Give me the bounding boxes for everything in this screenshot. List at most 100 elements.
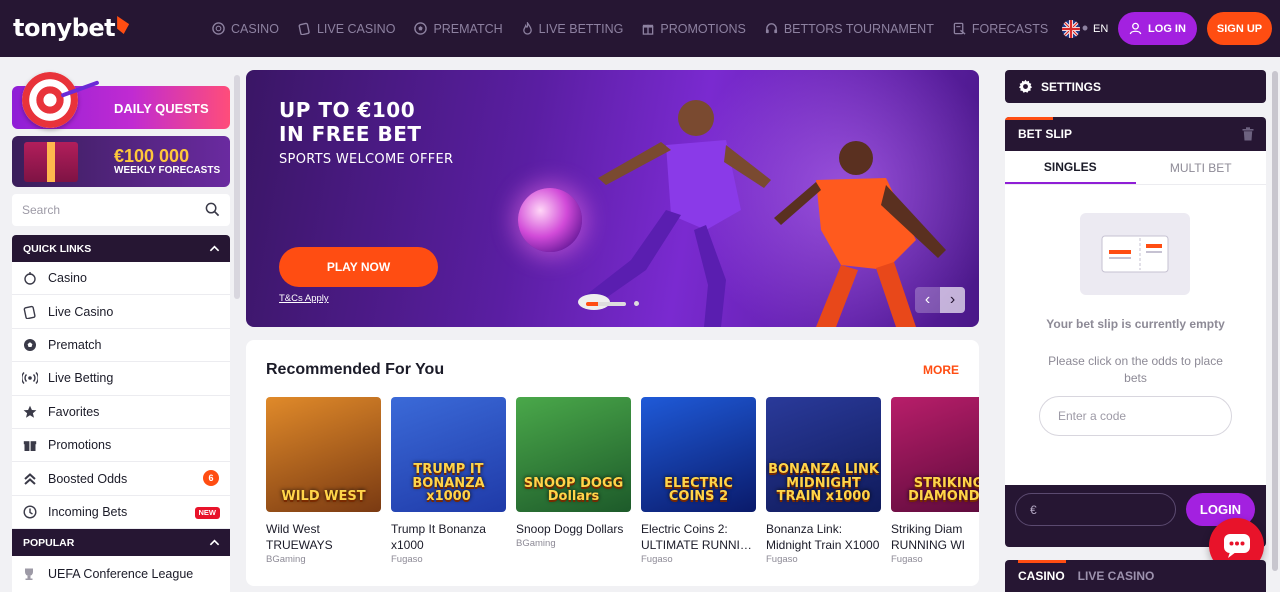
- hero-banner[interactable]: UP TO €100 IN FREE BET SPORTS WELCOME OF…: [246, 70, 979, 327]
- game-card[interactable]: STRIKING DIAMONDS Striking Diam RUNNING WI…: [891, 397, 979, 565]
- gift-box-icon: [24, 142, 78, 182]
- live-casino-icon: [22, 304, 38, 320]
- user-icon: [1129, 22, 1142, 35]
- quick-link-prematch[interactable]: Prematch: [12, 329, 230, 363]
- casino-tabs: CASINO LIVE CASINO: [1005, 560, 1266, 592]
- weekly-forecasts-banner[interactable]: €100 000 WEEKLY FORECASTS: [12, 136, 230, 187]
- new-badge: NEW: [194, 506, 220, 519]
- forecast-icon: [953, 22, 966, 35]
- quick-link-favorites[interactable]: Favorites: [12, 396, 230, 429]
- main-nav: CASINO LIVE CASINO PREMATCH LIVE BETTING…: [212, 0, 1090, 57]
- carousel-progress: [586, 301, 626, 306]
- game-card[interactable]: TRUMP IT BONANZA x1000 Trump It Bonanza x1…: [391, 397, 506, 565]
- hero-title-line-2: IN FREE BET: [279, 122, 422, 146]
- game-art-title: TRUMP IT BONANZA x1000: [412, 462, 485, 505]
- section-title: Recommended For You: [266, 361, 445, 378]
- game-name-line-2: RUNNING WI: [891, 538, 965, 552]
- game-provider: Fugaso: [391, 554, 423, 565]
- game-thumbnail[interactable]: STRIKING DIAMONDS: [891, 397, 979, 512]
- headset-icon: [765, 23, 777, 34]
- chevron-up-icon: [209, 539, 220, 546]
- tonybet-logo[interactable]: tonybet: [13, 14, 130, 42]
- soccer-ball-icon: [22, 337, 38, 353]
- hero-subtitle: SPORTS WELCOME OFFER: [279, 152, 454, 167]
- top-navigation-bar: tonybet CASINO LIVE CASINO PREMATCH LIVE…: [0, 0, 1280, 57]
- game-thumbnail[interactable]: BONANZA LINK MIDNIGHT TRAIN x1000: [766, 397, 881, 512]
- casino-chip-icon: [22, 270, 38, 286]
- game-card[interactable]: SNOOP DOGG Dollars Snoop Dogg Dollars BGam…: [516, 397, 631, 565]
- tab-multi-bet[interactable]: MULTI BET: [1136, 151, 1267, 184]
- more-link[interactable]: MORE: [923, 363, 959, 377]
- nav-promotions[interactable]: PROMOTIONS: [642, 22, 746, 36]
- flame-icon: [522, 22, 532, 35]
- game-thumbnail[interactable]: SNOOP DOGG Dollars: [516, 397, 631, 512]
- stake-input[interactable]: €: [1015, 493, 1176, 526]
- left-column-scrollbar[interactable]: [234, 75, 240, 299]
- nav-live-betting[interactable]: LIVE BETTING: [522, 22, 623, 36]
- carousel-indicator[interactable]: [586, 301, 639, 306]
- tab-live-casino[interactable]: LIVE CASINO: [1078, 569, 1155, 583]
- game-provider: Fugaso: [766, 554, 798, 565]
- signup-button[interactable]: SIGN UP: [1207, 12, 1272, 45]
- search-input[interactable]: Search: [12, 194, 230, 226]
- quick-link-boosted-odds[interactable]: Boosted Odds 6: [12, 462, 230, 496]
- tab-singles[interactable]: SINGLES: [1005, 151, 1136, 184]
- search-icon[interactable]: [205, 202, 220, 217]
- game-thumbnail[interactable]: ELECTRIC COINS 2: [641, 397, 756, 512]
- page-scrollbar[interactable]: [1269, 57, 1280, 592]
- bet-slip-tabs: SINGLES MULTI BET: [1005, 151, 1266, 185]
- quick-link-live-casino[interactable]: Live Casino: [12, 295, 230, 329]
- quick-link-promotions[interactable]: Promotions: [12, 429, 230, 463]
- game-name-line-2: TRUEWAYS: [266, 538, 333, 552]
- bet-slip-panel: BET SLIP SINGLES MULTI BET Your bet slip…: [1005, 117, 1266, 547]
- bet-slip-header: BET SLIP: [1005, 117, 1266, 151]
- quick-links-list: Casino Live Casino Prematch Live Betting…: [12, 262, 230, 530]
- nav-bettors-tournament[interactable]: BETTORS TOURNAMENT: [765, 22, 934, 36]
- nav-casino[interactable]: CASINO: [212, 22, 279, 36]
- game-card[interactable]: ELECTRIC COINS 2 Electric Coins 2: ULTIMAT…: [641, 397, 756, 565]
- terms-link[interactable]: T&Cs Apply: [279, 293, 329, 304]
- nav-prematch[interactable]: PREMATCH: [414, 22, 503, 36]
- game-name-line-2: ULTIMATE RUNNIN...: [641, 538, 756, 552]
- game-card[interactable]: WILD WEST Wild West TRUEWAYS BGaming: [266, 397, 381, 565]
- popular-header[interactable]: POPULAR: [12, 529, 230, 556]
- soccer-ball-illustration: [518, 188, 582, 252]
- trash-icon[interactable]: [1242, 127, 1254, 141]
- hero-title-line-1: UP TO €100: [279, 98, 416, 122]
- quick-link-casino[interactable]: Casino: [12, 262, 230, 296]
- game-thumbnail[interactable]: WILD WEST: [266, 397, 381, 512]
- trophy-icon: [22, 567, 38, 581]
- star-icon: [22, 404, 38, 420]
- game-provider: BGaming: [516, 538, 556, 549]
- play-now-button[interactable]: PLAY NOW: [279, 247, 438, 287]
- tab-casino[interactable]: CASINO: [1018, 569, 1065, 583]
- game-art-title: WILD WEST: [281, 489, 366, 505]
- game-thumbnail[interactable]: TRUMP IT BONANZA x1000: [391, 397, 506, 512]
- game-provider: BGaming: [266, 554, 306, 565]
- nav-live-casino[interactable]: LIVE CASINO: [298, 22, 395, 36]
- empty-ticket-icon: [1080, 213, 1190, 295]
- game-name: Snoop Dogg Dollars: [516, 522, 624, 536]
- gift-icon: [643, 24, 654, 35]
- dartboard-icon: [22, 72, 78, 128]
- chevron-right-icon[interactable]: ›: [940, 287, 965, 313]
- casino-chip-icon: [212, 22, 225, 35]
- language-selector[interactable]: EN: [1062, 20, 1108, 38]
- game-card[interactable]: BONANZA LINK MIDNIGHT TRAIN x1000 Bonanza…: [766, 397, 881, 565]
- live-casino-icon: [298, 22, 310, 35]
- quick-links-header[interactable]: QUICK LINKS: [12, 235, 230, 262]
- popular-item-uefa-conference-league[interactable]: UEFA Conference League: [12, 556, 230, 592]
- promo-code-input[interactable]: Enter a code: [1039, 396, 1232, 436]
- gear-icon: [1018, 79, 1033, 93]
- broadcast-icon: [22, 370, 38, 386]
- game-art-title: SNOOP DOGG Dollars: [523, 475, 624, 505]
- quick-link-incoming-bets[interactable]: Incoming Bets NEW: [12, 496, 230, 530]
- login-button[interactable]: LOG IN: [1118, 12, 1197, 45]
- settings-button[interactable]: SETTINGS: [1005, 70, 1266, 103]
- chevron-left-icon[interactable]: ‹: [915, 287, 940, 313]
- quick-link-live-betting[interactable]: Live Betting: [12, 362, 230, 396]
- game-name: Bonanza Link:: [766, 522, 843, 536]
- carousel-dot[interactable]: [634, 301, 639, 306]
- incoming-bets-icon: [22, 504, 38, 520]
- nav-forecasts[interactable]: FORECASTS: [953, 22, 1048, 36]
